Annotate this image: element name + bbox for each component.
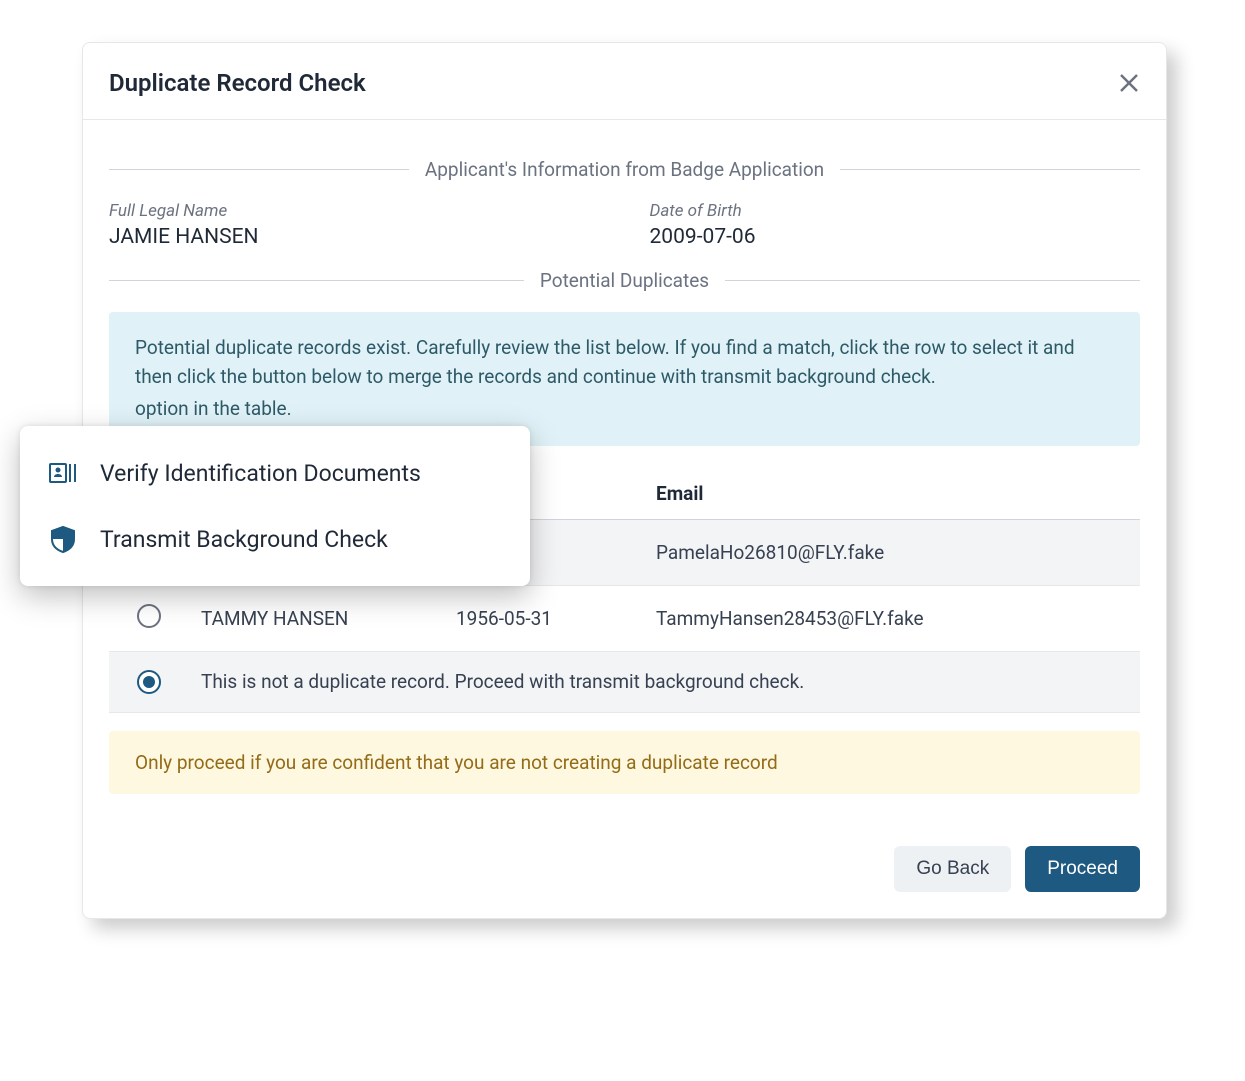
section-label: Applicant's Information from Badge Appli… — [409, 158, 840, 181]
popover-item-label: Verify Identification Documents — [100, 460, 421, 487]
id-card-icon — [48, 458, 78, 488]
applicant-info: Full Legal Name JAMIE HANSEN Date of Bir… — [109, 201, 1140, 249]
info-text-line1: Potential duplicate records exist. Caref… — [135, 334, 1114, 391]
section-divider-applicant: Applicant's Information from Badge Appli… — [109, 158, 1140, 181]
warning-text: Only proceed if you are confident that y… — [135, 751, 778, 774]
radio-option-selected[interactable] — [137, 670, 161, 694]
radio-option[interactable] — [137, 604, 161, 628]
dob-value: 2009-07-06 — [650, 225, 1141, 249]
full-name-label: Full Legal Name — [109, 201, 600, 221]
table-row-not-duplicate[interactable]: This is not a duplicate record. Proceed … — [109, 651, 1140, 712]
warning-box: Only proceed if you are confident that y… — [109, 731, 1140, 794]
modal-footer: Go Back Proceed — [109, 846, 1140, 892]
shield-icon — [48, 524, 78, 554]
go-back-button[interactable]: Go Back — [894, 846, 1011, 892]
action-popover: Verify Identification Documents Transmit… — [20, 426, 530, 586]
info-text-line2: option in the table. — [135, 395, 1114, 424]
not-duplicate-label: This is not a duplicate record. Proceed … — [189, 651, 1140, 712]
close-button[interactable] — [1118, 67, 1140, 99]
popover-item-label: Transmit Background Check — [100, 526, 388, 553]
cell-dob: 1956-05-31 — [444, 585, 644, 651]
info-item-dob: Date of Birth 2009-07-06 — [650, 201, 1141, 249]
close-icon — [1118, 65, 1140, 101]
modal-title: Duplicate Record Check — [109, 69, 366, 97]
section-label: Potential Duplicates — [524, 269, 725, 292]
full-name-value: JAMIE HANSEN — [109, 225, 600, 249]
section-divider-duplicates: Potential Duplicates — [109, 269, 1140, 292]
cell-name: TAMMY HANSEN — [189, 585, 444, 651]
modal-header: Duplicate Record Check — [83, 43, 1166, 120]
proceed-button[interactable]: Proceed — [1025, 846, 1140, 892]
popover-item-verify-documents[interactable]: Verify Identification Documents — [20, 440, 530, 506]
col-header-email: Email — [644, 468, 1140, 520]
popover-item-transmit-check[interactable]: Transmit Background Check — [20, 506, 530, 572]
table-row[interactable]: TAMMY HANSEN 1956-05-31 TammyHansen28453… — [109, 585, 1140, 651]
cell-email: TammyHansen28453@FLY.fake — [644, 585, 1140, 651]
info-item-name: Full Legal Name JAMIE HANSEN — [109, 201, 600, 249]
dob-label: Date of Birth — [650, 201, 1141, 221]
cell-email: PamelaHo26810@FLY.fake — [644, 519, 1140, 585]
